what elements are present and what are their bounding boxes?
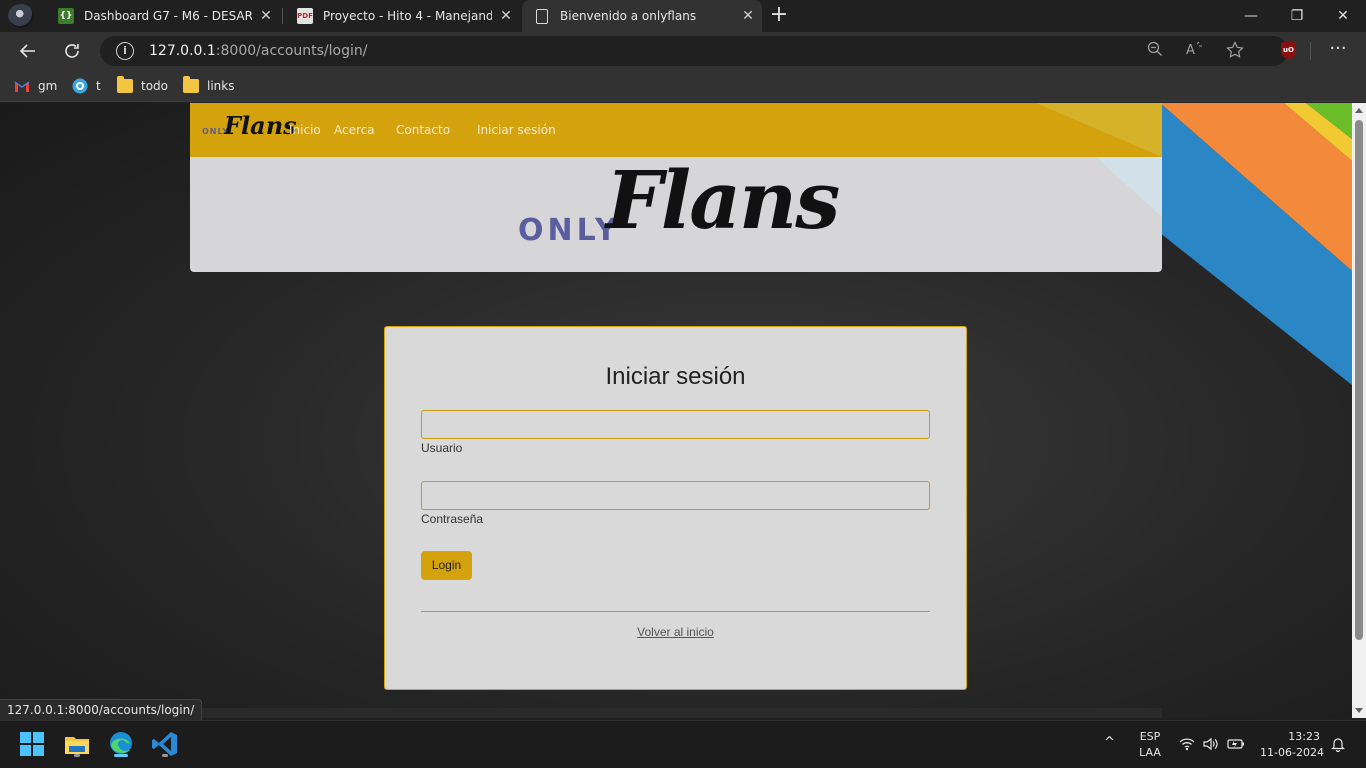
restore-button[interactable]: ❐ <box>1274 0 1320 32</box>
tab-title: Bienvenido a onlyflans <box>560 9 697 23</box>
battery-icon[interactable] <box>1227 737 1245 755</box>
clock-time: 13:23 <box>1288 730 1320 743</box>
edge-browser-icon[interactable] <box>105 728 137 760</box>
tab-title: Proyecto - Hito 4 - Manejando permisos <box>323 9 492 23</box>
bookmark-label: todo <box>141 79 169 93</box>
tab-dashboard[interactable]: {} Dashboard G7 - M6 - DESARROLLO ✕ <box>44 0 280 32</box>
address-url[interactable]: 127.0.0.1:8000/accounts/login/ <box>149 43 367 59</box>
nav-link-acerca[interactable]: Acerca <box>334 123 375 137</box>
bookmark-t[interactable]: t <box>72 76 101 96</box>
close-tab-icon[interactable]: ✕ <box>492 8 520 24</box>
browser-toolbar: i 127.0.0.1:8000/accounts/login/ A <box>0 32 1366 70</box>
page-favicon-icon <box>536 8 548 24</box>
nav-link-iniciar-sesion[interactable]: Iniciar sesión <box>477 123 556 137</box>
bookmarks-bar: gm t todo links <box>0 70 1366 102</box>
footer-strip <box>190 708 1162 718</box>
vscode-icon[interactable] <box>149 728 181 760</box>
zoom-icon[interactable] <box>1144 41 1166 61</box>
tab-strip: {} Dashboard G7 - M6 - DESARROLLO ✕ PDF … <box>0 0 1366 32</box>
bookmark-label: links <box>207 79 235 93</box>
profile-avatar[interactable] <box>8 4 34 28</box>
tab-title: Dashboard G7 - M6 - DESARROLLO <box>84 9 252 23</box>
new-tab-button[interactable]: + <box>766 3 792 29</box>
login-card: Iniciar sesión Usuario Contraseña Login … <box>384 326 967 690</box>
close-tab-icon[interactable]: ✕ <box>252 8 280 24</box>
svg-text:A: A <box>1186 43 1195 57</box>
password-input[interactable] <box>421 481 930 510</box>
site-navbar: ONLY Flans Inicio Acerca Contacto Inicia… <box>190 103 1162 157</box>
more-menu-button[interactable]: ··· <box>1324 36 1352 64</box>
close-tab-icon[interactable]: ✕ <box>734 8 762 24</box>
windows-start-icon[interactable] <box>20 732 44 756</box>
close-window-button[interactable]: ✕ <box>1320 0 1366 32</box>
status-url: 127.0.0.1:8000/accounts/login/ <box>0 699 203 720</box>
logo-flans-text: Flans <box>224 111 297 140</box>
ublock-extension-icon[interactable]: uO <box>1281 42 1296 59</box>
gmail-icon <box>14 81 30 92</box>
notifications-bell-icon[interactable] <box>1331 737 1345 756</box>
brackets-favicon-icon: {} <box>58 8 74 24</box>
folder-icon <box>183 76 199 93</box>
clock-date: 11-06-2024 <box>1260 746 1324 759</box>
bookmark-gm[interactable]: gm <box>14 76 57 96</box>
bookmark-folder-todo[interactable]: todo <box>117 76 168 96</box>
pdf-favicon-icon: PDF <box>297 8 313 24</box>
scroll-thumb[interactable] <box>1355 120 1363 640</box>
divider <box>421 611 930 612</box>
bookmark-label: t <box>96 79 101 93</box>
bookmark-label: gm <box>38 79 58 93</box>
scroll-down-icon[interactable] <box>1355 708 1363 713</box>
tab-onlyflans[interactable]: Bienvenido a onlyflans ✕ <box>522 0 762 32</box>
banner-corner-shape <box>1096 157 1162 217</box>
nav-link-inicio[interactable]: Inicio <box>289 123 321 137</box>
refresh-icon[interactable] <box>57 36 87 66</box>
favorite-star-icon[interactable] <box>1224 41 1246 61</box>
password-label: Contraseña <box>421 512 484 526</box>
page-scrollbar[interactable] <box>1352 103 1366 718</box>
scroll-up-icon[interactable] <box>1355 108 1363 113</box>
hero-banner: ONLY Flans <box>190 157 1162 272</box>
t-site-icon <box>72 78 88 94</box>
input-language[interactable]: ESP LAA <box>1136 730 1164 760</box>
file-explorer-icon[interactable] <box>61 728 93 760</box>
tray-chevron-icon[interactable]: ^ <box>1104 735 1115 750</box>
username-input[interactable] <box>421 410 930 439</box>
bookmark-folder-links[interactable]: links <box>183 76 234 96</box>
clock[interactable]: 13:23 11-06-2024 <box>1256 730 1328 760</box>
nav-link-contacto[interactable]: Contacto <box>396 123 450 137</box>
login-button[interactable]: Login <box>421 551 472 580</box>
banner-flans-text: Flans <box>606 157 840 247</box>
keyboard-layout: LAA <box>1139 746 1161 759</box>
page-viewport: ONLY Flans Inicio Acerca Contacto Inicia… <box>0 103 1352 718</box>
toolbar-separator <box>1310 42 1311 60</box>
wifi-icon[interactable] <box>1179 737 1195 755</box>
read-aloud-icon[interactable]: A <box>1184 41 1206 61</box>
back-to-home-link[interactable]: Volver al inicio <box>385 625 966 639</box>
volume-icon[interactable] <box>1203 737 1219 755</box>
username-label: Usuario <box>421 441 463 455</box>
tab-proyecto[interactable]: PDF Proyecto - Hito 4 - Manejando permis… <box>283 0 520 32</box>
minimize-button[interactable]: — <box>1228 0 1274 32</box>
address-bar[interactable]: i 127.0.0.1:8000/accounts/login/ A <box>100 36 1288 66</box>
login-title: Iniciar sesión <box>605 363 746 390</box>
language-code: ESP <box>1139 730 1161 743</box>
site-info-icon[interactable]: i <box>116 42 134 60</box>
navbar-corner-shape <box>1036 103 1162 157</box>
folder-icon <box>117 76 133 93</box>
back-arrow-icon[interactable] <box>13 36 43 66</box>
